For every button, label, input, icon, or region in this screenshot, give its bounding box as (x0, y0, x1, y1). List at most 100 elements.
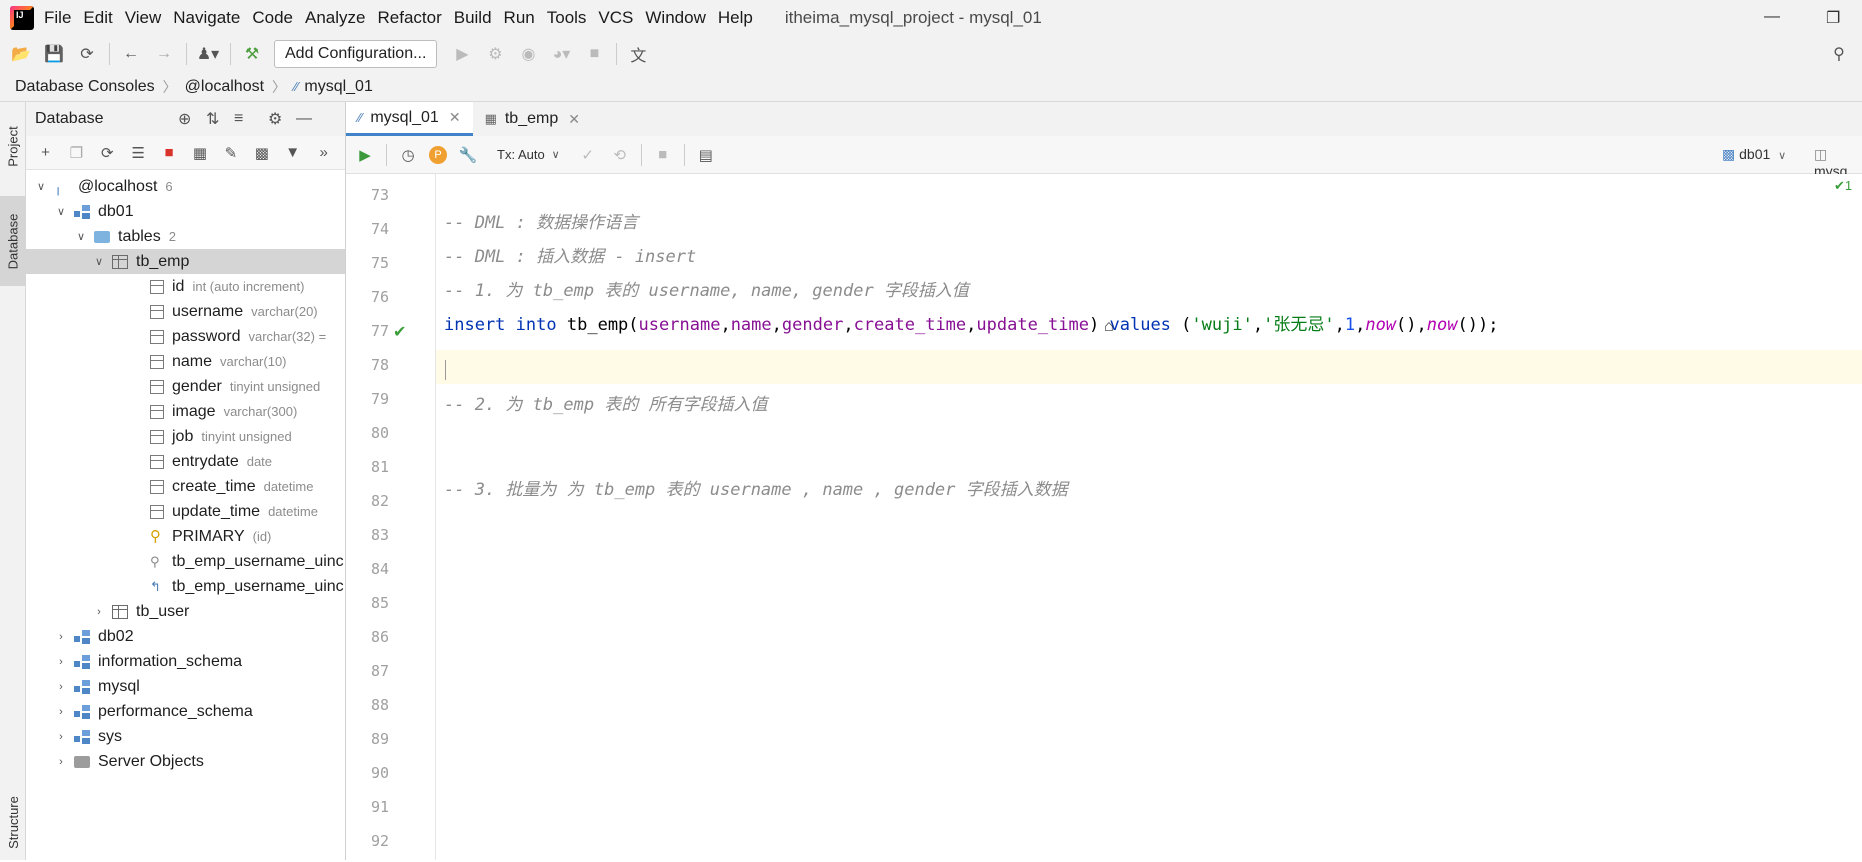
user-dropdown-icon[interactable]: ♟▾ (197, 43, 219, 65)
chevron-right-icon[interactable]: › (54, 756, 68, 768)
chevron-right-icon[interactable]: › (54, 681, 68, 693)
chevron-right-icon[interactable]: › (54, 631, 68, 643)
menu-run[interactable]: Run (504, 8, 535, 28)
restore-icon[interactable]: ❐ (1826, 8, 1840, 28)
tree-node-column[interactable]: create_time datetime (26, 474, 345, 499)
add-configuration-button[interactable]: Add Configuration... (274, 40, 438, 68)
run-icon[interactable]: ▶ (451, 43, 473, 65)
chevron-right-icon[interactable]: › (54, 706, 68, 718)
minimize-icon[interactable]: — (1764, 8, 1780, 26)
rollback-icon[interactable]: ⟲ (609, 144, 631, 166)
close-icon[interactable]: ✕ (568, 111, 580, 128)
tree-node-column[interactable]: name varchar(10) (26, 349, 345, 374)
execute-icon[interactable]: ▶ (354, 144, 376, 166)
tree-node-column[interactable]: password varchar(32) = (26, 324, 345, 349)
crosshair-icon[interactable]: ⊕ (178, 109, 191, 129)
refresh-icon[interactable]: ⟳ (98, 143, 117, 163)
disconnect-icon[interactable]: ■ (160, 143, 179, 163)
profile-icon[interactable]: ◕▾ (550, 43, 572, 65)
commit-icon[interactable]: ✓ (577, 144, 599, 166)
breadcrumb-item[interactable]: Database Consoles (15, 78, 155, 96)
chevron-right-icon[interactable]: › (54, 656, 68, 668)
output-layout-icon[interactable]: ▤ (695, 144, 717, 166)
chevron-right-icon[interactable]: › (54, 731, 68, 743)
breadcrumb-item[interactable]: mysql_01 (304, 78, 372, 96)
tree-node-db01[interactable]: ∨ db01 (26, 199, 345, 224)
menu-window[interactable]: Window (645, 8, 705, 28)
sql-console-icon[interactable]: ▩ (252, 143, 271, 163)
close-icon[interactable]: ✕ (449, 109, 461, 126)
expand-all-icon[interactable]: ⇅ (206, 109, 219, 129)
tree-node-column[interactable]: username varchar(20) (26, 299, 345, 324)
menu-analyze[interactable]: Analyze (305, 8, 365, 28)
database-tool-tab[interactable]: Database (0, 196, 26, 286)
tree-node-unique-key[interactable]: ⚲ tb_emp_username_uinc (26, 549, 345, 574)
explain-plan-icon[interactable]: P (429, 145, 447, 164)
sync-icon[interactable]: ⟳ (76, 43, 98, 65)
inspection-ok-icon[interactable]: ✔1 (1834, 178, 1852, 194)
tree-node-index[interactable]: ↰ tb_emp_username_uinc (26, 574, 345, 599)
menu-build[interactable]: Build (454, 8, 492, 28)
cancel-statement-icon[interactable]: ■ (652, 144, 674, 166)
chevron-down-icon[interactable]: ∨ (92, 255, 106, 268)
add-icon[interactable]: + (36, 143, 55, 163)
tree-node-schema[interactable]: › sys (26, 724, 345, 749)
tree-node-schema[interactable]: › mysql (26, 674, 345, 699)
tab-mysql-01[interactable]: ∕∕ mysql_01 ✕ (346, 102, 473, 136)
search-icon[interactable]: ⚲ (1828, 43, 1850, 65)
open-folder-icon[interactable]: 📂 (10, 43, 32, 65)
translate-icon[interactable]: 文 (627, 43, 649, 65)
gear-icon[interactable]: ⚙ (268, 109, 282, 129)
chevron-down-icon[interactable]: ∨ (54, 205, 68, 218)
tree-node-schema[interactable]: › information_schema (26, 649, 345, 674)
tree-node-localhost[interactable]: ∨ ╷ @localhost 6 (26, 174, 345, 199)
menu-vcs[interactable]: VCS (598, 8, 633, 28)
settings-wrench-icon[interactable]: 🔧 (457, 144, 479, 166)
back-icon[interactable]: ← (120, 43, 142, 65)
tree-node-tables[interactable]: ∨ tables 2 (26, 224, 345, 249)
chevron-right-icon[interactable]: › (92, 606, 106, 618)
menu-code[interactable]: Code (252, 8, 293, 28)
duplicate-icon[interactable]: ❐ (67, 143, 86, 163)
menu-refactor[interactable]: Refactor (377, 8, 441, 28)
menu-edit[interactable]: Edit (83, 8, 112, 28)
tree-node-column[interactable]: update_time datetime (26, 499, 345, 524)
project-tool-tab[interactable]: Project (0, 106, 26, 186)
history-icon[interactable]: ◷ (397, 144, 419, 166)
transaction-mode-dropdown[interactable]: Tx: Auto (497, 147, 545, 162)
tab-tb-emp[interactable]: ▦ tb_emp ✕ (473, 102, 592, 136)
schema-selector[interactable]: ▩ db01 ∨ (1722, 146, 1786, 163)
tree-node-column[interactable]: gender tinyint unsigned (26, 374, 345, 399)
sql-editor[interactable]: -- DML : 数据操作语言 -- DML : 插入数据 - insert -… (436, 174, 1862, 860)
schema-icon[interactable]: ☰ (129, 143, 148, 163)
forward-icon[interactable]: → (153, 43, 175, 65)
collapse-all-icon[interactable]: ≡ (234, 110, 243, 128)
table-view-icon[interactable]: ▦ (191, 143, 210, 163)
breadcrumb-item[interactable]: @localhost (185, 78, 264, 96)
debug-icon[interactable]: ⚙ (484, 43, 506, 65)
tree-node-column[interactable]: entrydate date (26, 449, 345, 474)
menu-view[interactable]: View (125, 8, 162, 28)
structure-tool-tab[interactable]: Structure (0, 782, 26, 862)
tree-node-server-objects[interactable]: › Server Objects (26, 749, 345, 774)
menu-navigate[interactable]: Navigate (173, 8, 240, 28)
edit-icon[interactable]: ✎ (221, 143, 240, 163)
tree-node-tb-user[interactable]: › tb_user (26, 599, 345, 624)
menu-file[interactable]: File (44, 8, 71, 28)
menu-tools[interactable]: Tools (547, 8, 587, 28)
tree-node-schema[interactable]: › performance_schema (26, 699, 345, 724)
menu-help[interactable]: Help (718, 8, 753, 28)
filter-icon[interactable]: ▼ (283, 143, 302, 163)
chevron-down-icon[interactable]: ∨ (34, 180, 48, 193)
tree-node-primary-key[interactable]: ⚲ PRIMARY (id) (26, 524, 345, 549)
chevron-down-icon[interactable]: ∨ (545, 144, 567, 166)
more-icon[interactable]: » (314, 143, 333, 163)
coverage-icon[interactable]: ◉ (517, 43, 539, 65)
tree-node-column[interactable]: image varchar(300) (26, 399, 345, 424)
tree-node-tb-emp[interactable]: ∨ tb_emp (26, 249, 345, 274)
save-icon[interactable]: 💾 (43, 43, 65, 65)
chevron-down-icon[interactable]: ∨ (74, 230, 88, 243)
tree-node-schema[interactable]: › db02 (26, 624, 345, 649)
tree-node-column[interactable]: job tinyint unsigned (26, 424, 345, 449)
hide-panel-icon[interactable]: — (296, 110, 312, 128)
